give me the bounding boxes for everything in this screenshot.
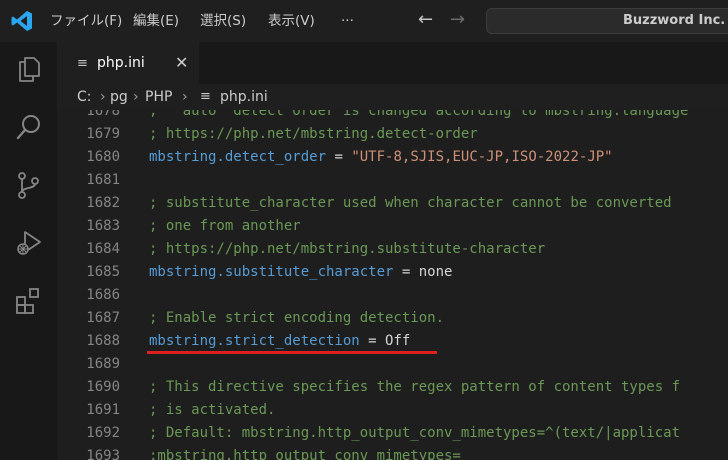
code-token: = <box>359 333 386 349</box>
line-number: 1691 <box>86 402 120 418</box>
menu-file[interactable]: ファイル(F) <box>50 0 122 42</box>
code-text: ;mbstring.http_output_conv_mimetypes= <box>149 445 461 460</box>
menu-edit[interactable]: 編集(E) <box>133 0 179 42</box>
code-token: https://php.net/mbstring.substitute-char… <box>165 241 546 257</box>
line-number: 1681 <box>86 172 120 188</box>
activity-bar <box>0 42 57 460</box>
code-token: ; Enable strict encoding detection. <box>149 310 445 326</box>
search-text: Buzzword Inc. <box>623 13 726 28</box>
code-line[interactable]: 1682 ; substitute_character used when cha… <box>57 192 728 215</box>
menu-selection[interactable]: 選択(S) <box>200 0 246 42</box>
code-token: ; <box>149 126 166 142</box>
code-text: ; "auto" detect order is changed accordi… <box>149 110 688 123</box>
code-token: none <box>418 264 453 280</box>
code-token: "UTF-8,SJIS,EUC-JP,ISO-2022-JP" <box>351 149 613 165</box>
code-line[interactable]: 1693 ;mbstring.http_output_conv_mimetypes… <box>57 445 728 460</box>
code-editor[interactable]: 1693 ;mbstring.http_output_conv_mimetypes… <box>57 110 728 460</box>
chevron-right-icon: › <box>100 89 106 105</box>
code-token: ; substitute_character used when charact… <box>149 195 672 211</box>
line-number: 1687 <box>86 310 120 326</box>
code-token: Off <box>385 333 411 349</box>
code-token: mbstring.detect_order <box>149 149 327 165</box>
command-center-search[interactable]: Buzzword Inc. <box>486 8 728 34</box>
code-line[interactable]: 1680 mbstring.detect_order = "UTF-8,SJIS,… <box>57 146 728 169</box>
code-token: ; <box>149 241 166 257</box>
line-number: 1683 <box>86 218 120 234</box>
breadcrumb: C: › pg › PHP › ≡ php.ini <box>57 84 728 110</box>
breadcrumb-item-pg[interactable]: pg <box>110 84 128 110</box>
code-line[interactable]: 1678 ; "auto" detect order is changed acc… <box>57 110 728 123</box>
code-text: ; is activated. <box>149 399 275 422</box>
line-number: 1690 <box>86 379 120 395</box>
code-text: ; one from another <box>149 215 301 238</box>
line-number: 1679 <box>86 126 120 142</box>
code-text: ; Enable strict encoding detection. <box>149 307 444 330</box>
file-lines-icon: ≡ <box>200 89 211 104</box>
line-number: 1678 <box>86 110 120 119</box>
tab-label: php.ini <box>97 55 145 71</box>
line-number: 1692 <box>86 425 120 441</box>
code-token: mbstring.strict_detection <box>149 333 360 349</box>
code-token: ; Default: mbstring.http_output_conv_mim… <box>149 425 681 441</box>
code-text: ; https://php.net/mbstring.detect-order <box>149 123 478 146</box>
line-number: 1689 <box>86 356 120 372</box>
code-line[interactable]: 1685 mbstring.substitute_character = none <box>57 261 728 284</box>
code-token: ; This directive specifies the regex pat… <box>149 379 681 395</box>
code-text: mbstring.strict_detection = Off <box>149 330 410 353</box>
code-token: ; one from another <box>149 218 301 234</box>
code-line[interactable]: 1686 <box>57 284 728 307</box>
line-number: 1684 <box>86 241 120 257</box>
code-line[interactable]: 1691 ; is activated. <box>57 399 728 422</box>
vscode-logo-icon[interactable] <box>10 9 34 33</box>
code-line[interactable]: 1687 ; Enable strict encoding detection. <box>57 307 728 330</box>
code-token: = <box>326 149 352 165</box>
forward-arrow-icon[interactable]: → <box>450 8 465 32</box>
line-number: 1682 <box>86 195 120 211</box>
code-text: ; This directive specifies the regex pat… <box>149 376 680 399</box>
code-line[interactable]: 1688 mbstring.strict_detection = Off <box>57 330 728 353</box>
breadcrumb-item-php[interactable]: PHP <box>145 84 172 110</box>
code-token: ;mbstring.http_output_conv_mimetypes= <box>149 448 461 460</box>
run-debug-icon[interactable] <box>14 228 44 258</box>
code-token: = <box>393 264 419 280</box>
code-text: mbstring.detect_order = "UTF-8,SJIS,EUC-… <box>149 146 613 169</box>
code-line[interactable]: 1679; https://php.net/mbstring.detect-or… <box>57 123 728 146</box>
tab-php-ini[interactable]: ≡ php.ini ✕ <box>57 42 199 84</box>
code-text: mbstring.substitute_character = none <box>149 261 452 284</box>
line-number: 1693 <box>86 448 120 460</box>
file-lines-icon: ≡ <box>77 56 88 71</box>
code-line[interactable]: 1683 ; one from another <box>57 215 728 238</box>
title-bar: ファイル(F) 編集(E) 選択(S) 表示(V) ··· ← → Buzzwo… <box>0 0 728 42</box>
breadcrumb-item-drive[interactable]: C: <box>77 84 92 110</box>
line-number: 1688 <box>86 333 120 349</box>
line-number: 1686 <box>86 287 120 303</box>
chevron-right-icon: › <box>182 89 188 105</box>
explorer-icon[interactable] <box>14 54 44 84</box>
code-text: ; https://php.net/mbstring.substitute-ch… <box>149 238 545 261</box>
line-number: 1685 <box>86 264 120 280</box>
code-line[interactable]: 1681 <box>57 169 728 192</box>
chevron-right-icon: › <box>133 89 139 105</box>
menu-view[interactable]: 表示(V) <box>268 0 315 42</box>
code-line[interactable]: 1689 <box>57 353 728 376</box>
breadcrumb-item-file[interactable]: php.ini <box>220 84 268 110</box>
code-line[interactable]: 1692 ; Default: mbstring.http_output_conv… <box>57 422 728 445</box>
highlight-underline <box>147 351 437 354</box>
code-line[interactable]: 1684; https://php.net/mbstring.substitut… <box>57 238 728 261</box>
code-token: ; is activated. <box>149 402 276 418</box>
code-line[interactable]: 1690 ; This directive specifies the regex… <box>57 376 728 399</box>
extensions-icon[interactable] <box>14 286 44 316</box>
code-token: ; "auto" detect order is changed accordi… <box>149 110 689 119</box>
code-text: ; Default: mbstring.http_output_conv_mim… <box>149 422 680 445</box>
source-control-icon[interactable] <box>14 170 44 200</box>
menu-more[interactable]: ··· <box>341 0 354 42</box>
line-number: 1680 <box>86 149 120 165</box>
close-icon[interactable]: ✕ <box>175 42 188 84</box>
code-token: https://php.net/mbstring.detect-order <box>165 126 478 142</box>
code-text: ; substitute_character used when charact… <box>149 192 672 215</box>
code-token: mbstring.substitute_character <box>149 264 394 280</box>
back-arrow-icon[interactable]: ← <box>418 8 433 32</box>
search-icon[interactable] <box>14 112 44 142</box>
